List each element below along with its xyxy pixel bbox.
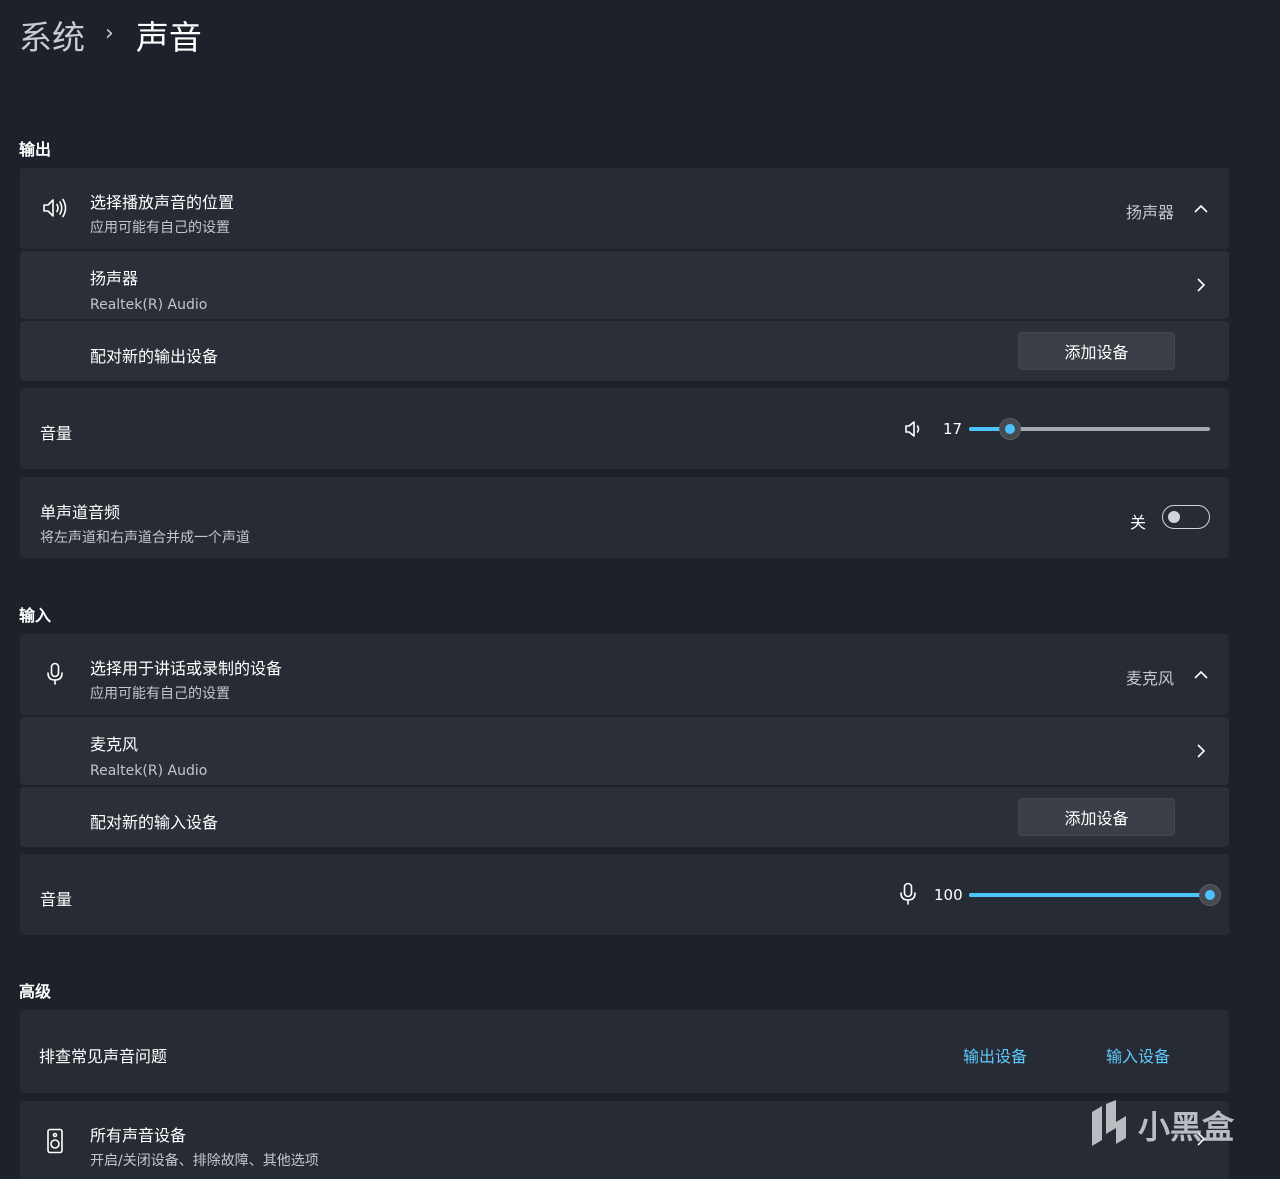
output-device-name: 扬声器 (90, 269, 139, 288)
chevron-right-icon[interactable] (1193, 277, 1209, 293)
add-input-device-button[interactable]: 添加设备 (1018, 798, 1175, 836)
input-pair-label: 配对新的输入设备 (90, 813, 219, 832)
input-volume-thumb[interactable] (1199, 884, 1221, 906)
microphone-icon (42, 661, 68, 687)
output-device-driver: Realtek(R) Audio (90, 297, 208, 313)
section-title-input: 输入 (19, 606, 52, 625)
input-volume-value: 100 (934, 886, 963, 904)
all-sound-devices-row[interactable]: 所有声音设备 开启/关闭设备、排除故障、其他选项 (20, 1101, 1229, 1179)
heybox-logo-icon (1092, 1100, 1126, 1146)
output-volume-row: 音量 17 (20, 388, 1229, 469)
output-select-subtitle: 应用可能有自己的设置 (90, 220, 230, 236)
all-devices-subtitle: 开启/关闭设备、排除故障、其他选项 (90, 1153, 319, 1169)
toggle-knob (1168, 511, 1180, 523)
mono-audio-title: 单声道音频 (40, 503, 121, 522)
troubleshoot-input-link[interactable]: 输入设备 (1106, 1043, 1170, 1067)
input-pair-row: 配对新的输入设备 添加设备 (20, 787, 1229, 847)
troubleshoot-row: 排查常见声音问题 输出设备 输入设备 (20, 1010, 1229, 1093)
watermark-text: 小黑盒 (1138, 1108, 1235, 1146)
page-title: 声音 (135, 18, 202, 57)
troubleshoot-output-link[interactable]: 输出设备 (963, 1043, 1027, 1067)
speaker-mute-icon[interactable] (904, 419, 924, 439)
mono-audio-state: 关 (1130, 513, 1147, 532)
section-title-advanced: 高级 (19, 982, 52, 1001)
mono-audio-row: 单声道音频 将左声道和右声道合并成一个声道 关 (20, 477, 1229, 558)
input-device-name: 麦克风 (90, 735, 139, 754)
breadcrumb: 系统 › 声音 (19, 10, 202, 60)
speaker-device-icon (42, 1128, 68, 1154)
mono-audio-subtitle: 将左声道和右声道合并成一个声道 (40, 530, 250, 546)
chevron-up-icon[interactable] (1193, 201, 1209, 217)
add-output-device-button[interactable]: 添加设备 (1018, 332, 1175, 370)
output-volume-value: 17 (943, 420, 963, 438)
mono-audio-toggle[interactable] (1162, 505, 1210, 529)
chevron-up-icon[interactable] (1193, 667, 1209, 683)
input-select-title: 选择用于讲话或录制的设备 (90, 659, 283, 678)
output-device-selector[interactable]: 选择播放声音的位置 应用可能有自己的设置 扬声器 (20, 168, 1229, 249)
input-volume-label: 音量 (40, 890, 73, 909)
output-volume-thumb[interactable] (999, 418, 1021, 440)
all-devices-title: 所有声音设备 (90, 1126, 187, 1145)
watermark: 小黑盒 (1088, 1100, 1234, 1150)
output-volume-label: 音量 (40, 424, 73, 443)
input-volume-fill (969, 893, 1210, 897)
breadcrumb-separator: › (105, 20, 114, 46)
output-select-title: 选择播放声音的位置 (90, 193, 235, 212)
output-device-speaker[interactable]: 扬声器 Realtek(R) Audio (20, 251, 1229, 319)
breadcrumb-parent[interactable]: 系统 (19, 11, 85, 59)
output-pair-label: 配对新的输出设备 (90, 347, 219, 366)
input-selected-device: 麦克风 (1126, 669, 1175, 688)
input-volume-row: 音量 100 (20, 854, 1229, 935)
chevron-right-icon[interactable] (1193, 743, 1209, 759)
input-device-driver: Realtek(R) Audio (90, 763, 208, 779)
section-title-output: 输出 (19, 140, 52, 159)
input-device-microphone[interactable]: 麦克风 Realtek(R) Audio (20, 717, 1229, 785)
microphone-mute-icon[interactable] (898, 882, 918, 906)
troubleshoot-title: 排查常见声音问题 (39, 1047, 168, 1066)
input-device-selector[interactable]: 选择用于讲话或录制的设备 应用可能有自己的设置 麦克风 (20, 634, 1229, 715)
output-pair-row: 配对新的输出设备 添加设备 (20, 321, 1229, 381)
speaker-icon (42, 195, 68, 221)
input-select-subtitle: 应用可能有自己的设置 (90, 686, 230, 702)
output-selected-device: 扬声器 (1126, 203, 1175, 222)
